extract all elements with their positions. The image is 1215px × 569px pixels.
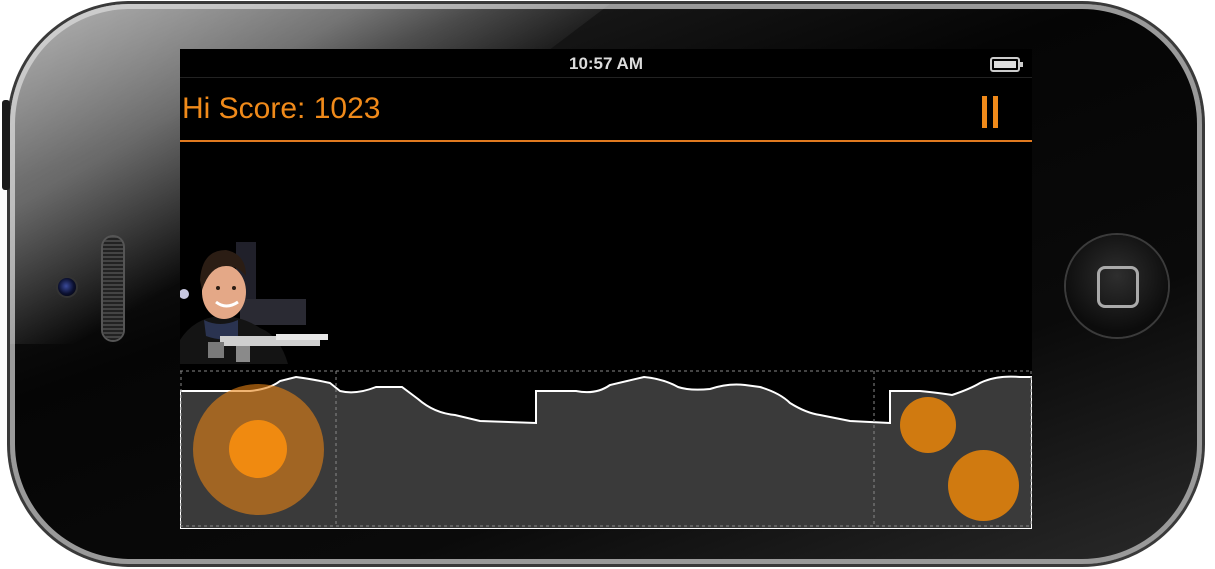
home-button[interactable] <box>1066 235 1168 337</box>
front-camera-icon <box>58 278 76 296</box>
hud-divider <box>180 140 1032 142</box>
player-character <box>180 232 328 364</box>
game-screen[interactable]: 10:57 AM Hi Score: 1023 <box>180 49 1032 529</box>
earpiece-speaker <box>103 237 123 340</box>
joystick-knob[interactable] <box>229 420 287 478</box>
battery-icon <box>990 57 1023 72</box>
status-bar: 10:57 AM <box>180 49 1032 78</box>
hud: Hi Score: 1023 <box>180 78 1032 140</box>
hi-score-label: Hi Score: <box>182 92 306 125</box>
virtual-joystick[interactable] <box>193 384 324 515</box>
fire-button-a[interactable] <box>900 397 956 453</box>
player-sprite-icon <box>180 232 328 364</box>
volume-button <box>2 100 10 190</box>
pause-icon[interactable] <box>982 96 1002 128</box>
home-square-icon <box>1097 266 1139 308</box>
hi-score-value: 1023 <box>313 92 381 125</box>
status-time: 10:57 AM <box>568 54 643 73</box>
fire-button-b[interactable] <box>948 450 1019 521</box>
hi-score: Hi Score: 1023 <box>182 92 380 126</box>
